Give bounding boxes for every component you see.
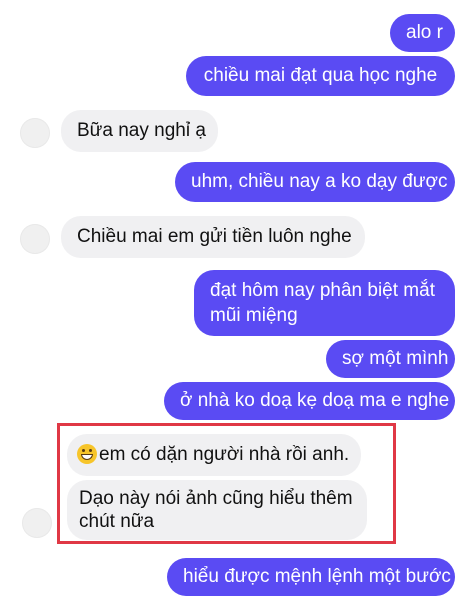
message-text: chiều mai đạt qua học nghe xyxy=(203,65,438,86)
message-text: uhm, chiều nay a ko dạy được xyxy=(191,171,448,192)
message-bubble-outgoing[interactable]: alo r xyxy=(390,14,455,52)
message-bubble-outgoing[interactable]: chiều mai đạt qua học nghe xyxy=(186,56,455,96)
message-text: Dạo này nói ảnh cũng hiểu thêm chút nữa xyxy=(79,488,353,532)
message-text: ở nhà ko doạ kẹ doạ ma e nghe xyxy=(180,390,450,411)
message-bubble-outgoing[interactable]: đạt hôm nay phân biệt mắt mũi miệng xyxy=(194,270,455,336)
contact-avatar[interactable] xyxy=(20,118,50,148)
contact-avatar[interactable] xyxy=(20,224,50,254)
message-text: em có dặn người nhà rồi anh. xyxy=(99,444,350,465)
message-bubble-outgoing[interactable]: sợ một mình xyxy=(326,340,455,378)
message-bubble-incoming[interactable]: Bữa nay nghỉ ạ xyxy=(61,110,218,152)
message-bubble-incoming[interactable]: Dạo này nói ảnh cũng hiểu thêm chút nữa xyxy=(67,480,367,540)
message-bubble-incoming[interactable]: Chiều mai em gửi tiền luôn nghe xyxy=(61,216,365,258)
message-text: hiểu được mệnh lệnh một bước xyxy=(183,566,451,587)
message-bubble-outgoing[interactable]: ở nhà ko doạ kẹ doạ ma e nghe xyxy=(164,382,455,420)
message-text: Chiều mai em gửi tiền luôn nghe xyxy=(77,226,352,247)
contact-avatar[interactable] xyxy=(22,508,52,538)
message-text: Bữa nay nghỉ ạ xyxy=(77,120,206,141)
message-text: alo r xyxy=(406,22,443,43)
message-bubble-incoming[interactable]: em có dặn người nhà rồi anh. xyxy=(67,434,361,476)
message-bubble-outgoing[interactable]: uhm, chiều nay a ko dạy được xyxy=(175,162,455,202)
message-text: đạt hôm nay phân biệt mắt mũi miệng xyxy=(210,280,435,326)
message-bubble-outgoing[interactable]: hiểu được mệnh lệnh một bước xyxy=(167,558,455,596)
grinning-face-emoji-icon xyxy=(77,444,97,464)
message-text: sợ một mình xyxy=(342,348,449,369)
